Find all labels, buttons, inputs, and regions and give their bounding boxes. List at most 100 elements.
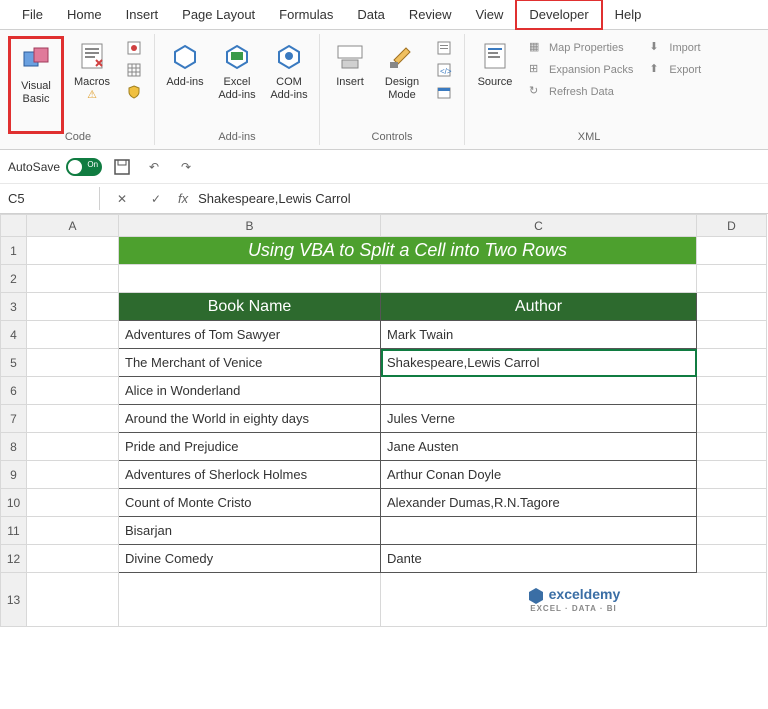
- cell[interactable]: [27, 545, 119, 573]
- cell[interactable]: [697, 545, 767, 573]
- cell-book[interactable]: Divine Comedy: [119, 545, 381, 573]
- accept-formula-button[interactable]: ✓: [144, 187, 168, 211]
- cell[interactable]: exceldemy EXCEL · DATA · BI: [381, 573, 767, 627]
- cell[interactable]: [27, 377, 119, 405]
- insert-control-button[interactable]: Insert: [326, 36, 374, 126]
- grid[interactable]: A B C D 1Using VBA to Split a Cell into …: [0, 214, 767, 627]
- cell-author[interactable]: Arthur Conan Doyle: [381, 461, 697, 489]
- row-header[interactable]: 13: [1, 573, 27, 627]
- cell[interactable]: [27, 461, 119, 489]
- cell[interactable]: [697, 237, 767, 265]
- cell-book[interactable]: Bisarjan: [119, 517, 381, 545]
- cell-author[interactable]: Jules Verne: [381, 405, 697, 433]
- cell[interactable]: [697, 517, 767, 545]
- cell-author[interactable]: Mark Twain: [381, 321, 697, 349]
- undo-button[interactable]: ↶: [142, 155, 166, 179]
- export-button[interactable]: ⬆Export: [645, 60, 705, 80]
- header-author[interactable]: Author: [381, 293, 697, 321]
- formula-input[interactable]: Shakespeare,Lewis Carrol: [198, 191, 350, 206]
- map-properties-button[interactable]: ▦Map Properties: [525, 38, 637, 58]
- import-button[interactable]: ⬇Import: [645, 38, 705, 58]
- source-button[interactable]: Source: [471, 36, 519, 126]
- tab-help[interactable]: Help: [603, 1, 654, 28]
- title-cell[interactable]: Using VBA to Split a Cell into Two Rows: [119, 237, 697, 265]
- macro-security-button[interactable]: [122, 82, 146, 102]
- cell[interactable]: [27, 293, 119, 321]
- cell[interactable]: [697, 321, 767, 349]
- record-macro-button[interactable]: [122, 38, 146, 58]
- cell[interactable]: [381, 265, 697, 293]
- cell[interactable]: [697, 461, 767, 489]
- cell-author[interactable]: [381, 377, 697, 405]
- cell[interactable]: [697, 405, 767, 433]
- row-header[interactable]: 8: [1, 433, 27, 461]
- cell[interactable]: [697, 377, 767, 405]
- cell[interactable]: [27, 573, 119, 627]
- row-header[interactable]: 7: [1, 405, 27, 433]
- excel-addins-button[interactable]: Excel Add-ins: [213, 36, 261, 126]
- row-header[interactable]: 2: [1, 265, 27, 293]
- tab-insert[interactable]: Insert: [114, 1, 171, 28]
- cell[interactable]: [27, 517, 119, 545]
- com-addins-button[interactable]: COM Add-ins: [265, 36, 313, 126]
- cell-book[interactable]: The Merchant of Venice: [119, 349, 381, 377]
- row-header[interactable]: 12: [1, 545, 27, 573]
- macros-button[interactable]: Macros ⚠: [68, 36, 116, 126]
- row-header[interactable]: 11: [1, 517, 27, 545]
- row-header[interactable]: 5: [1, 349, 27, 377]
- row-header[interactable]: 10: [1, 489, 27, 517]
- tab-view[interactable]: View: [463, 1, 515, 28]
- cell[interactable]: [27, 265, 119, 293]
- properties-button[interactable]: [432, 38, 456, 58]
- col-header-d[interactable]: D: [697, 215, 767, 237]
- autosave-toggle[interactable]: AutoSave On: [8, 158, 102, 176]
- view-code-button[interactable]: </>: [432, 60, 456, 80]
- cell-author[interactable]: Alexander Dumas,R.N.Tagore: [381, 489, 697, 517]
- cell[interactable]: [697, 489, 767, 517]
- save-button[interactable]: [110, 155, 134, 179]
- selected-cell[interactable]: Shakespeare,Lewis Carrol: [381, 349, 697, 377]
- redo-button[interactable]: ↷: [174, 155, 198, 179]
- col-header-a[interactable]: A: [27, 215, 119, 237]
- cell[interactable]: [27, 237, 119, 265]
- cell[interactable]: [119, 265, 381, 293]
- cell-book[interactable]: Around the World in eighty days: [119, 405, 381, 433]
- select-all-corner[interactable]: [1, 215, 27, 237]
- visual-basic-button[interactable]: Visual Basic: [12, 40, 60, 130]
- fx-icon[interactable]: fx: [178, 191, 188, 206]
- design-mode-button[interactable]: Design Mode: [378, 36, 426, 126]
- tab-review[interactable]: Review: [397, 1, 464, 28]
- cell[interactable]: [697, 349, 767, 377]
- row-header[interactable]: 4: [1, 321, 27, 349]
- relative-ref-button[interactable]: [122, 60, 146, 80]
- addins-button[interactable]: Add-ins: [161, 36, 209, 126]
- col-header-b[interactable]: B: [119, 215, 381, 237]
- cell-book[interactable]: Count of Monte Cristo: [119, 489, 381, 517]
- cell[interactable]: [27, 405, 119, 433]
- cell[interactable]: [27, 489, 119, 517]
- cell[interactable]: [27, 433, 119, 461]
- cell-author[interactable]: [381, 517, 697, 545]
- tab-file[interactable]: File: [10, 1, 55, 28]
- cell[interactable]: [119, 573, 381, 627]
- cell-book[interactable]: Pride and Prejudice: [119, 433, 381, 461]
- name-box[interactable]: C5: [0, 187, 100, 210]
- toggle-switch-icon[interactable]: On: [66, 158, 102, 176]
- cell-book[interactable]: Adventures of Sherlock Holmes: [119, 461, 381, 489]
- cell[interactable]: [697, 265, 767, 293]
- cancel-formula-button[interactable]: ✕: [110, 187, 134, 211]
- cell-author[interactable]: Dante: [381, 545, 697, 573]
- cell-book[interactable]: Alice in Wonderland: [119, 377, 381, 405]
- row-header[interactable]: 6: [1, 377, 27, 405]
- cell-book[interactable]: Adventures of Tom Sawyer: [119, 321, 381, 349]
- row-header[interactable]: 3: [1, 293, 27, 321]
- row-header[interactable]: 1: [1, 237, 27, 265]
- row-header[interactable]: 9: [1, 461, 27, 489]
- cell[interactable]: [697, 293, 767, 321]
- cell[interactable]: [697, 433, 767, 461]
- tab-data[interactable]: Data: [345, 1, 396, 28]
- header-book[interactable]: Book Name: [119, 293, 381, 321]
- tab-developer[interactable]: Developer: [515, 0, 602, 30]
- expansion-packs-button[interactable]: ⊞Expansion Packs: [525, 60, 637, 80]
- cell-author[interactable]: Jane Austen: [381, 433, 697, 461]
